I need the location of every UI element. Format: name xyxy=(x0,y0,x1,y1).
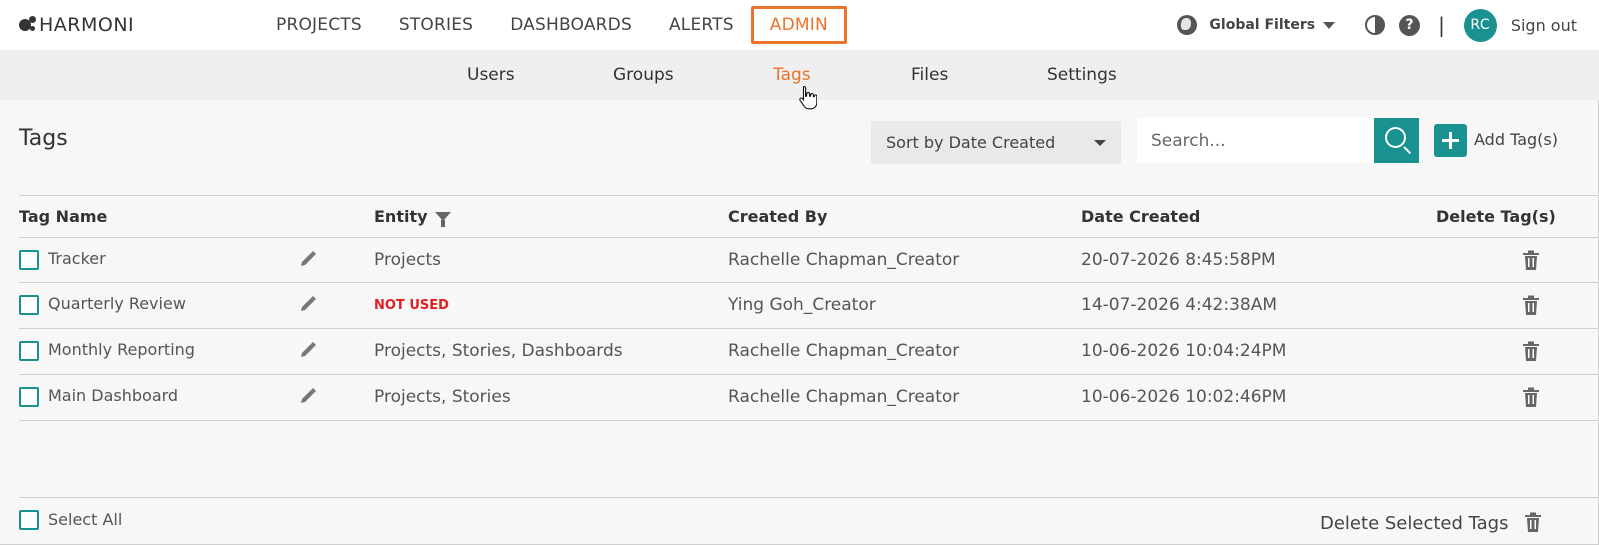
date-created-value: 20-07-2026 8:45:58PM xyxy=(1081,250,1276,270)
trash-icon[interactable] xyxy=(1522,250,1540,270)
delete-selected-tags-button[interactable]: Delete Selected Tags xyxy=(1320,513,1508,534)
date-created-value: 10-06-2026 10:04:24PM xyxy=(1081,341,1287,361)
sort-value: Sort by Date Created xyxy=(886,133,1056,152)
table-row: Tracker Projects Rachelle Chapman_Creato… xyxy=(0,238,1599,283)
trash-icon[interactable] xyxy=(1522,295,1540,315)
nav-alerts[interactable]: ALERTS xyxy=(669,15,734,35)
row-checkbox[interactable] xyxy=(19,295,39,315)
tag-name: Monthly Reporting xyxy=(48,340,195,359)
row-checkbox[interactable] xyxy=(19,341,39,361)
row-checkbox[interactable] xyxy=(19,250,39,270)
tag-name: Main Dashboard xyxy=(48,386,179,405)
table-top-border xyxy=(19,195,1599,196)
search-placeholder: Search... xyxy=(1151,130,1226,151)
trash-icon[interactable] xyxy=(1522,341,1540,361)
column-header-delete: Delete Tag(s) xyxy=(1436,207,1556,226)
logo-icon xyxy=(19,16,37,34)
select-all-checkbox[interactable] xyxy=(19,510,39,530)
created-by-value: Rachelle Chapman_Creator xyxy=(728,250,960,270)
table-row: Main Dashboard Projects, Stories Rachell… xyxy=(0,375,1599,420)
tag-name: Tracker xyxy=(48,249,106,268)
table-row: Monthly Reporting Projects, Stories, Das… xyxy=(0,329,1599,374)
footer-divider xyxy=(19,497,1599,498)
global-filters-button[interactable]: Global Filters xyxy=(1209,17,1315,33)
filter-icon[interactable] xyxy=(434,212,451,227)
date-created-value: 14-07-2026 4:42:38AM xyxy=(1081,295,1278,315)
column-header-date-created: Date Created xyxy=(1081,207,1201,226)
avatar[interactable]: RC xyxy=(1463,8,1497,42)
add-tag-label[interactable]: Add Tag(s) xyxy=(1474,130,1558,149)
column-header-created-by: Created By xyxy=(728,207,828,226)
logo-text: HARMONI xyxy=(39,14,135,36)
table-row: Quarterly Review NOT USED Ying Goh_Creat… xyxy=(0,283,1599,328)
main-nav: PROJECTS STORIES DASHBOARDS ALERTS ADMIN xyxy=(276,0,884,50)
nav-separator: | xyxy=(1438,13,1445,37)
contrast-toggle-icon[interactable] xyxy=(1365,15,1386,35)
search-icon xyxy=(1385,127,1406,148)
globe-icon[interactable] xyxy=(1177,15,1198,35)
hand-cursor-icon xyxy=(799,85,817,110)
search-input[interactable]: Search... xyxy=(1137,118,1375,163)
tab-files[interactable]: Files xyxy=(911,65,948,85)
nav-projects[interactable]: PROJECTS xyxy=(276,15,362,35)
tab-tags[interactable]: Tags xyxy=(773,65,811,85)
chevron-down-icon[interactable] xyxy=(1323,21,1336,29)
nav-admin[interactable]: ADMIN xyxy=(750,6,847,44)
row-divider xyxy=(19,420,1599,421)
chevron-down-icon xyxy=(1094,140,1106,146)
created-by-value: Rachelle Chapman_Creator xyxy=(728,387,960,407)
entity-value: NOT USED xyxy=(374,298,449,313)
created-by-value: Ying Goh_Creator xyxy=(728,295,876,315)
tab-users[interactable]: Users xyxy=(467,65,515,85)
trash-icon[interactable] xyxy=(1522,387,1540,407)
date-created-value: 10-06-2026 10:02:46PM xyxy=(1081,387,1287,407)
entity-value: Projects xyxy=(374,250,442,270)
user-controls: Global Filters ? | RC Sign out xyxy=(1177,0,1577,50)
column-header-tag-name: Tag Name xyxy=(19,207,108,226)
entity-value: Projects, Stories xyxy=(374,387,511,407)
harmoni-logo[interactable]: HARMONI xyxy=(19,14,134,36)
pencil-icon[interactable] xyxy=(299,250,317,268)
sign-out-link[interactable]: Sign out xyxy=(1511,16,1577,35)
created-by-value: Rachelle Chapman_Creator xyxy=(728,341,960,361)
page-title: Tags xyxy=(19,126,68,151)
pencil-icon[interactable] xyxy=(299,387,317,405)
select-all-label[interactable]: Select All xyxy=(48,510,122,529)
row-checkbox[interactable] xyxy=(19,387,39,407)
tab-settings[interactable]: Settings xyxy=(1047,65,1117,85)
top-navigation-bar: HARMONI PROJECTS STORIES DASHBOARDS ALER… xyxy=(0,0,1599,50)
help-icon[interactable]: ? xyxy=(1399,14,1421,36)
pencil-icon[interactable] xyxy=(299,341,317,359)
tag-name: Quarterly Review xyxy=(48,294,186,313)
add-tag-button[interactable] xyxy=(1434,124,1467,157)
entity-header-label: Entity xyxy=(374,207,428,226)
trash-icon[interactable] xyxy=(1524,512,1542,532)
search-button[interactable] xyxy=(1374,118,1419,163)
nav-dashboards[interactable]: DASHBOARDS xyxy=(510,15,632,35)
tab-groups[interactable]: Groups xyxy=(613,65,674,85)
column-header-entity: Entity xyxy=(374,207,451,227)
pencil-icon[interactable] xyxy=(299,295,317,313)
nav-stories[interactable]: STORIES xyxy=(399,15,473,35)
entity-value: Projects, Stories, Dashboards xyxy=(374,341,623,361)
sort-dropdown[interactable]: Sort by Date Created xyxy=(871,121,1121,164)
